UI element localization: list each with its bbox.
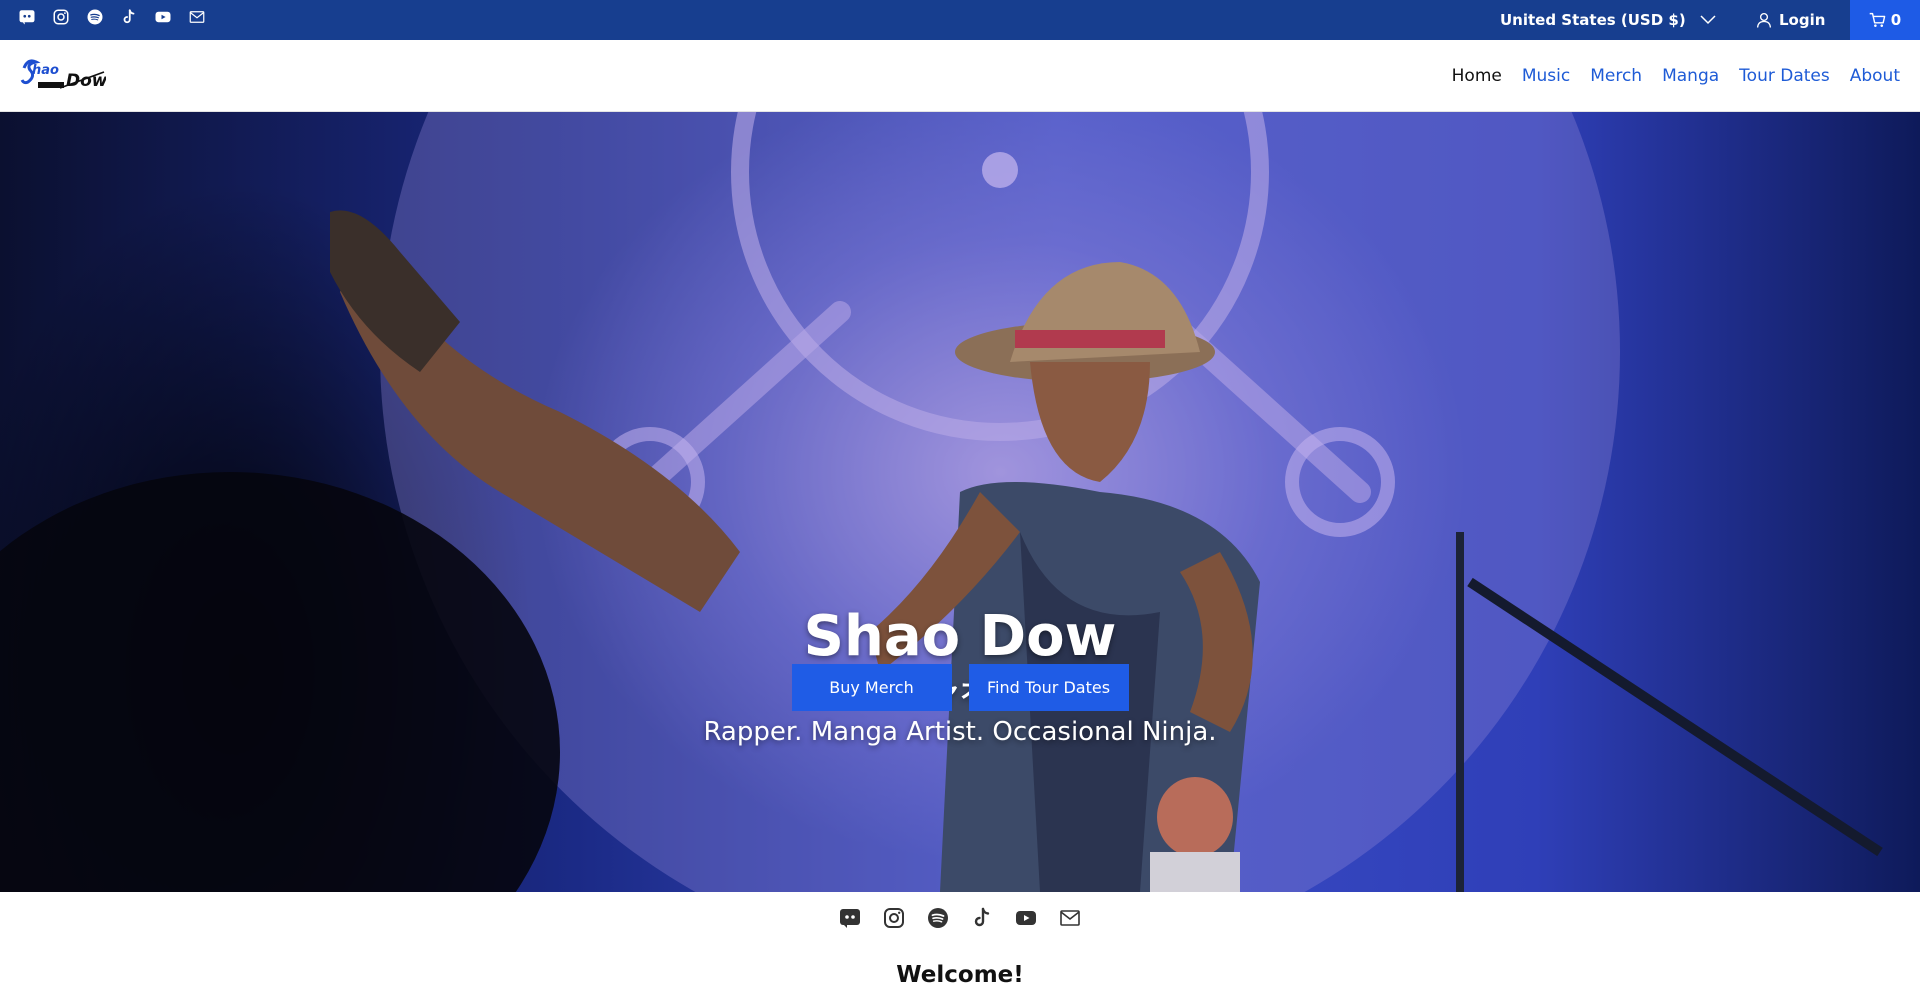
youtube-icon[interactable] — [1014, 906, 1038, 930]
top-bar: United States (USD $) Login 0 — [0, 0, 1920, 40]
chevron-down-icon — [1700, 15, 1716, 25]
hero-buttons: Buy Merch Find Tour Dates — [0, 664, 1920, 711]
hero-banner: Shao Dow シャオ道 Rapper. Manga Artist. Occa… — [0, 112, 1920, 892]
currency-label: United States (USD $) — [1500, 11, 1686, 29]
cart-button[interactable]: 0 — [1850, 0, 1920, 40]
hero-image — [0, 112, 1883, 892]
nav-music[interactable]: Music — [1522, 66, 1570, 86]
site-logo[interactable]: hao Dow — [20, 54, 106, 94]
login-link[interactable]: Login — [1755, 0, 1825, 40]
currency-selector[interactable]: United States (USD $) — [1500, 0, 1716, 40]
buy-merch-button[interactable]: Buy Merch — [791, 664, 952, 711]
welcome-heading: Welcome! — [896, 962, 1024, 988]
main-nav: Home Music Merch Manga Tour Dates About — [1452, 40, 1900, 112]
tiktok-icon[interactable] — [120, 8, 138, 26]
hero-title: Shao Dow — [803, 604, 1117, 669]
cart-count: 0 — [1890, 11, 1902, 29]
tiktok-icon[interactable] — [970, 906, 994, 930]
site-header: hao Dow Home Music Merch Manga Tour Date… — [0, 40, 1920, 112]
discord-icon[interactable] — [838, 906, 862, 930]
nav-merch[interactable]: Merch — [1590, 66, 1642, 86]
spotify-icon[interactable] — [86, 8, 104, 26]
spotify-icon[interactable] — [926, 906, 950, 930]
nav-manga[interactable]: Manga — [1662, 66, 1719, 86]
nav-home[interactable]: Home — [1452, 66, 1502, 86]
youtube-icon[interactable] — [154, 8, 172, 26]
instagram-icon[interactable] — [882, 906, 906, 930]
bottom-social-links — [0, 906, 1920, 930]
nav-tour-dates[interactable]: Tour Dates — [1739, 66, 1830, 86]
svg-text:hao: hao — [32, 63, 59, 78]
discord-icon[interactable] — [18, 8, 36, 26]
login-label: Login — [1779, 11, 1826, 29]
top-social-links — [18, 8, 206, 26]
mail-icon[interactable] — [1058, 906, 1082, 930]
user-icon — [1756, 12, 1772, 28]
hero-tagline: Rapper. Manga Artist. Occasional Ninja. — [703, 717, 1217, 747]
nav-about[interactable]: About — [1850, 66, 1900, 86]
mail-icon[interactable] — [188, 8, 206, 26]
cart-icon — [1869, 12, 1886, 27]
find-tour-dates-button[interactable]: Find Tour Dates — [968, 664, 1129, 711]
instagram-icon[interactable] — [52, 8, 70, 26]
